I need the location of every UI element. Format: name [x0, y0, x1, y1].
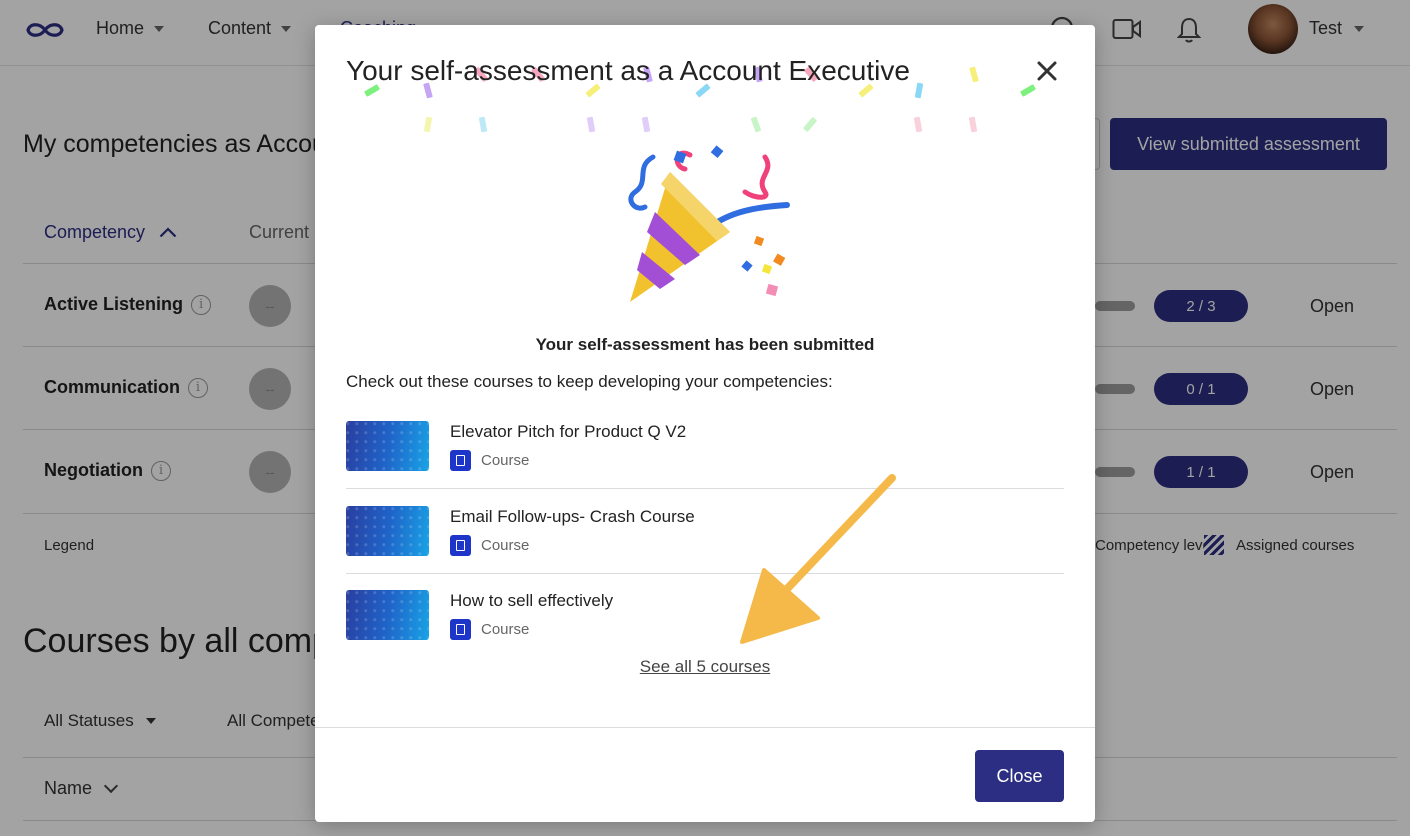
course-title[interactable]: Elevator Pitch for Product Q V2	[450, 422, 686, 442]
course-item[interactable]: Email Follow-ups- Crash Course Course	[346, 506, 1064, 591]
course-book-icon	[450, 619, 471, 640]
course-thumbnail[interactable]	[346, 421, 429, 471]
course-type: Course	[450, 535, 529, 556]
divider	[315, 727, 1095, 728]
course-type-label: Course	[481, 621, 530, 638]
close-icon[interactable]	[1033, 57, 1061, 85]
course-type: Course	[450, 450, 529, 471]
course-title[interactable]: Email Follow-ups- Crash Course	[450, 507, 695, 527]
annotation-arrow-icon	[740, 474, 896, 644]
divider	[346, 488, 1064, 489]
party-popper-icon	[628, 145, 790, 302]
course-book-icon	[450, 535, 471, 556]
close-button[interactable]: Close	[975, 750, 1064, 802]
course-thumbnail[interactable]	[346, 506, 429, 556]
course-type: Course	[450, 619, 529, 640]
see-all-courses: See all 5 courses	[315, 657, 1095, 677]
course-type-label: Course	[481, 537, 530, 554]
modal-title: Your self-assessment as a Account Execut…	[346, 55, 910, 86]
course-item[interactable]: Elevator Pitch for Product Q V2 Course	[346, 421, 1064, 506]
course-type-label: Course	[481, 452, 530, 469]
course-thumbnail[interactable]	[346, 590, 429, 640]
divider	[346, 573, 1064, 574]
submitted-message: Your self-assessment has been submitted	[535, 335, 875, 354]
self-assessment-modal: Your self-assessment as a Account Execut…	[315, 25, 1095, 822]
course-book-icon	[450, 450, 471, 471]
checkout-courses-text: Check out these courses to keep developi…	[346, 372, 833, 391]
course-title[interactable]: How to sell effectively	[450, 591, 613, 611]
